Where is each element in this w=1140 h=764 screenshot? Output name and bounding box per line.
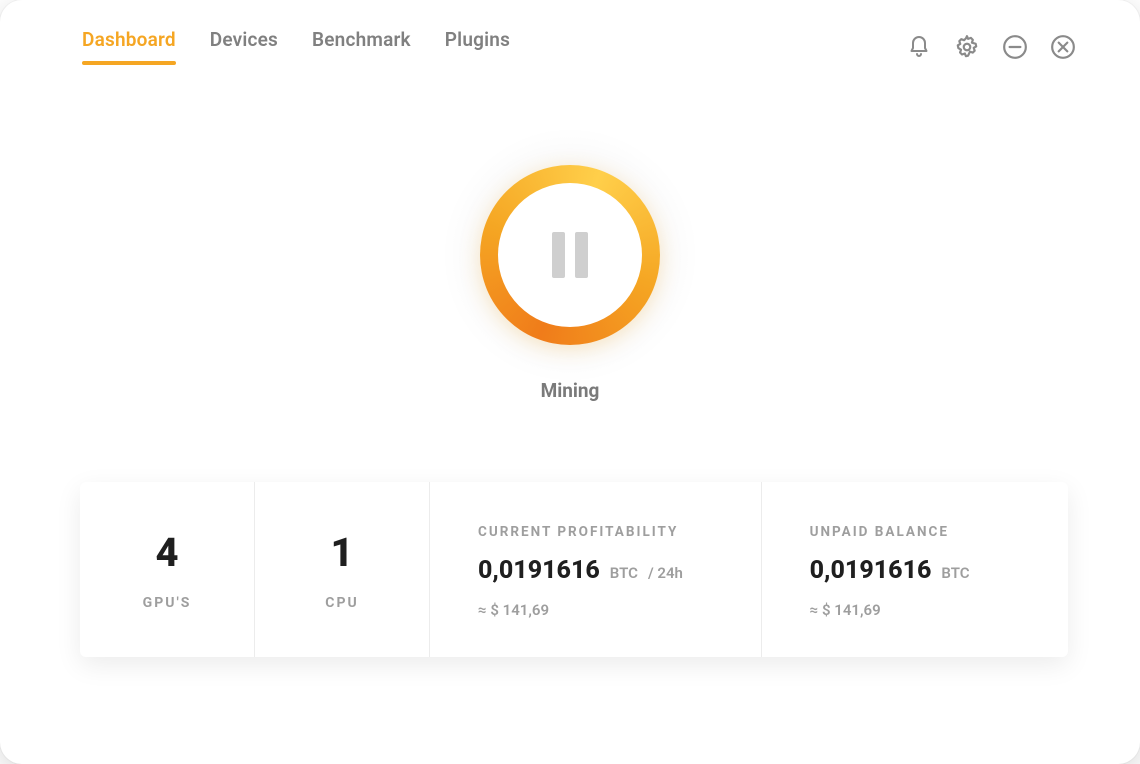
balance-heading: UNPAID BALANCE: [810, 524, 1028, 540]
mining-toggle-inner: [498, 183, 642, 327]
balance-btc-value: 0,0191616: [810, 556, 932, 585]
mining-toggle-button[interactable]: [480, 165, 660, 345]
balance-value-row: 0,0191616 BTC: [810, 556, 1028, 585]
mining-center: Mining: [0, 155, 1140, 402]
top-icon-group: [906, 34, 1076, 60]
nav-tabs: Dashboard Devices Benchmark Plugins: [82, 28, 510, 65]
profitability-value-row: 0,0191616 BTC / 24h: [478, 556, 721, 585]
profitability-heading: CURRENT PROFITABILITY: [478, 524, 721, 540]
profitability-per: / 24h: [648, 564, 683, 582]
tab-dashboard[interactable]: Dashboard: [82, 28, 176, 65]
balance-btc-unit: BTC: [941, 564, 969, 582]
mining-toggle-wrap: [470, 155, 670, 355]
cpu-label: CPU: [325, 595, 358, 611]
gpu-count: 4: [155, 533, 178, 573]
tab-plugins[interactable]: Plugins: [445, 28, 510, 65]
cpu-count: 1: [330, 533, 353, 573]
stat-card-profitability: CURRENT PROFITABILITY 0,0191616 BTC / 24…: [430, 482, 762, 657]
stat-card-balance: UNPAID BALANCE 0,0191616 BTC ≈ $ 141,69: [762, 482, 1068, 657]
tab-devices[interactable]: Devices: [210, 28, 278, 65]
tab-benchmark[interactable]: Benchmark: [312, 28, 411, 65]
app-window: Dashboard Devices Benchmark Plugins: [0, 0, 1140, 764]
pause-icon: [552, 232, 588, 278]
stat-card-cpu: 1 CPU: [255, 482, 430, 657]
bell-icon[interactable]: [906, 34, 932, 60]
stats-row: 4 GPU'S 1 CPU CURRENT PROFITABILITY 0,01…: [80, 482, 1068, 657]
profitability-btc-unit: BTC: [610, 564, 638, 582]
balance-usd-approx: ≈ $ 141,69: [810, 601, 1028, 619]
minimize-icon[interactable]: [1002, 34, 1028, 60]
profitability-btc-value: 0,0191616: [478, 556, 600, 585]
close-icon[interactable]: [1050, 34, 1076, 60]
gear-icon[interactable]: [954, 34, 980, 60]
top-bar: Dashboard Devices Benchmark Plugins: [0, 0, 1140, 65]
gpu-label: GPU'S: [143, 595, 192, 611]
profitability-usd-approx: ≈ $ 141,69: [478, 601, 721, 619]
stat-card-gpus: 4 GPU'S: [80, 482, 255, 657]
